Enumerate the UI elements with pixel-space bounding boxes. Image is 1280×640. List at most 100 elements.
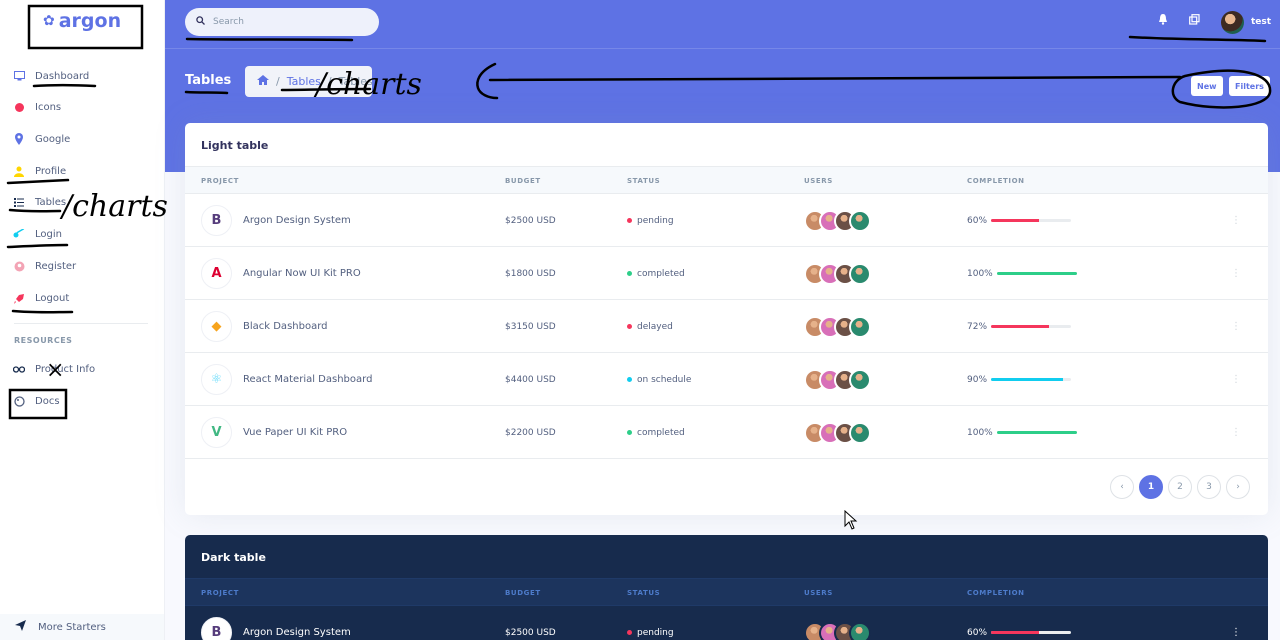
bell-icon[interactable] — [1158, 14, 1168, 28]
table-header: PROJECT BUDGET STATUS USERS COMPLETION — [185, 166, 1268, 194]
budget-cell: $3150 USD — [505, 321, 556, 332]
users-cell — [804, 353, 871, 406]
sidebar-divider — [14, 323, 148, 324]
argon-logo-icon: ✿ — [43, 13, 55, 29]
progress-fill — [996, 431, 1077, 434]
status-text: on schedule — [637, 374, 692, 385]
completion-cell: 100% — [967, 406, 1077, 459]
sidebar-item-dashboard[interactable]: Dashboard — [13, 70, 89, 82]
progress-bar — [996, 272, 1077, 275]
status-cell: pending — [627, 606, 674, 640]
ellipsis-vertical-icon[interactable]: ⋮ — [1231, 627, 1241, 638]
status-text: pending — [637, 215, 674, 226]
sidebar-item-label: Profile — [35, 165, 67, 177]
progress-bar — [991, 378, 1072, 381]
more-starters-label: More Starters — [38, 621, 106, 633]
avatar[interactable] — [849, 315, 871, 338]
sidebar-item-register[interactable]: Register — [13, 260, 76, 272]
user-name[interactable]: test — [1251, 17, 1271, 27]
ellipsis-vertical-icon[interactable]: ⋮ — [1231, 374, 1241, 385]
pagination-page-3[interactable]: 3 — [1197, 475, 1221, 499]
resources-heading: RESOURCES — [14, 336, 73, 345]
breadcrumb-active: Tables — [338, 75, 373, 88]
status-cell: delayed — [627, 300, 673, 353]
ellipsis-vertical-icon[interactable]: ⋮ — [1231, 215, 1241, 226]
row-actions[interactable]: ⋮ — [1231, 194, 1241, 247]
sidebar-item-docs[interactable]: Docs — [13, 395, 60, 407]
sidebar-item-logout[interactable]: Logout — [13, 292, 69, 304]
sidebar-item-label: Dashboard — [35, 70, 90, 82]
search-placeholder: Search — [213, 17, 244, 27]
user-avatar[interactable] — [1221, 11, 1244, 34]
copy-icon[interactable] — [1189, 14, 1200, 28]
planet-icon — [13, 101, 25, 113]
avatar[interactable] — [849, 262, 871, 285]
ellipsis-vertical-icon[interactable]: ⋮ — [1231, 268, 1241, 279]
sidebar-item-tables[interactable]: Tables — [13, 196, 66, 208]
project-name[interactable]: Vue Paper UI Kit PRO — [243, 427, 347, 438]
budget-cell: $2500 USD — [505, 215, 556, 226]
col-budget: BUDGET — [505, 177, 541, 185]
sidebar-item-label: Google — [35, 133, 71, 145]
status-dot — [627, 630, 632, 635]
project-cell: ⚛ React Material Dashboard — [201, 353, 372, 406]
completion-cell: 72% — [967, 300, 1072, 353]
pagination: ‹ 1 2 3 › — [1110, 475, 1250, 499]
pagination-page-1[interactable]: 1 — [1139, 475, 1163, 499]
pagination-next[interactable]: › — [1226, 475, 1250, 499]
brand-name: argon — [58, 10, 122, 32]
card-title: Dark table — [201, 551, 266, 564]
breadcrumb: / Tables / Tables — [245, 66, 373, 97]
brand-logo[interactable]: ✿ argon — [43, 10, 121, 32]
row-actions[interactable]: ⋮ — [1231, 300, 1241, 353]
sidebar-item-product-info[interactable]: Product Info — [13, 363, 95, 375]
project-logo-icon: A — [201, 258, 232, 289]
breadcrumb-link-tables[interactable]: Tables — [287, 75, 321, 88]
sidebar-item-profile[interactable]: Profile — [13, 165, 66, 177]
breadcrumb-separator: / — [276, 75, 280, 88]
ellipsis-vertical-icon[interactable]: ⋮ — [1231, 427, 1241, 438]
sidebar-item-icons[interactable]: Icons — [13, 101, 61, 113]
col-users: USERS — [804, 589, 833, 597]
project-name[interactable]: React Material Dashboard — [243, 374, 372, 385]
avatar[interactable] — [849, 621, 871, 640]
avatar[interactable] — [849, 421, 871, 444]
avatar-group — [804, 368, 871, 391]
more-starters-link[interactable]: More Starters — [0, 614, 164, 640]
progress-fill — [991, 378, 1064, 381]
budget-cell: $2200 USD — [505, 427, 556, 438]
project-name[interactable]: Black Dashboard — [243, 321, 328, 332]
row-actions[interactable]: ⋮ — [1231, 353, 1241, 406]
col-users: USERS — [804, 177, 833, 185]
avatar-group — [804, 621, 871, 640]
home-icon[interactable] — [257, 75, 269, 88]
new-button[interactable]: New — [1191, 76, 1223, 96]
project-name[interactable]: Argon Design System — [243, 627, 351, 638]
row-actions[interactable]: ⋮ — [1231, 247, 1241, 300]
avatar-group — [804, 262, 871, 285]
completion-value: 60% — [967, 627, 988, 638]
row-actions[interactable]: ⋮ — [1231, 606, 1241, 640]
row-actions[interactable]: ⋮ — [1231, 406, 1241, 459]
project-name[interactable]: Angular Now UI Kit PRO — [243, 268, 361, 279]
sidebar: ✿ argon Dashboard Icons Google Profile T… — [0, 0, 165, 640]
pagination-prev[interactable]: ‹ — [1110, 475, 1134, 499]
sidebar-item-login[interactable]: Login — [13, 228, 62, 240]
table-row: A Angular Now UI Kit PRO $1800 USD compl… — [185, 247, 1268, 300]
pagination-page-2[interactable]: 2 — [1168, 475, 1192, 499]
completion-cell: 90% — [967, 353, 1072, 406]
project-cell: B Argon Design System — [201, 606, 351, 640]
users-cell — [804, 300, 871, 353]
glasses-icon — [13, 363, 25, 375]
filters-button[interactable]: Filters — [1229, 76, 1270, 96]
search-input[interactable]: Search — [185, 8, 379, 36]
avatar[interactable] — [849, 368, 871, 391]
project-cell: A Angular Now UI Kit PRO — [201, 247, 361, 300]
col-completion: COMPLETION — [967, 589, 1025, 597]
sidebar-item-google[interactable]: Google — [13, 133, 70, 145]
progress-bar — [991, 325, 1072, 328]
project-name[interactable]: Argon Design System — [243, 215, 351, 226]
avatar[interactable] — [849, 209, 871, 232]
progress-fill — [991, 325, 1049, 328]
ellipsis-vertical-icon[interactable]: ⋮ — [1231, 321, 1241, 332]
